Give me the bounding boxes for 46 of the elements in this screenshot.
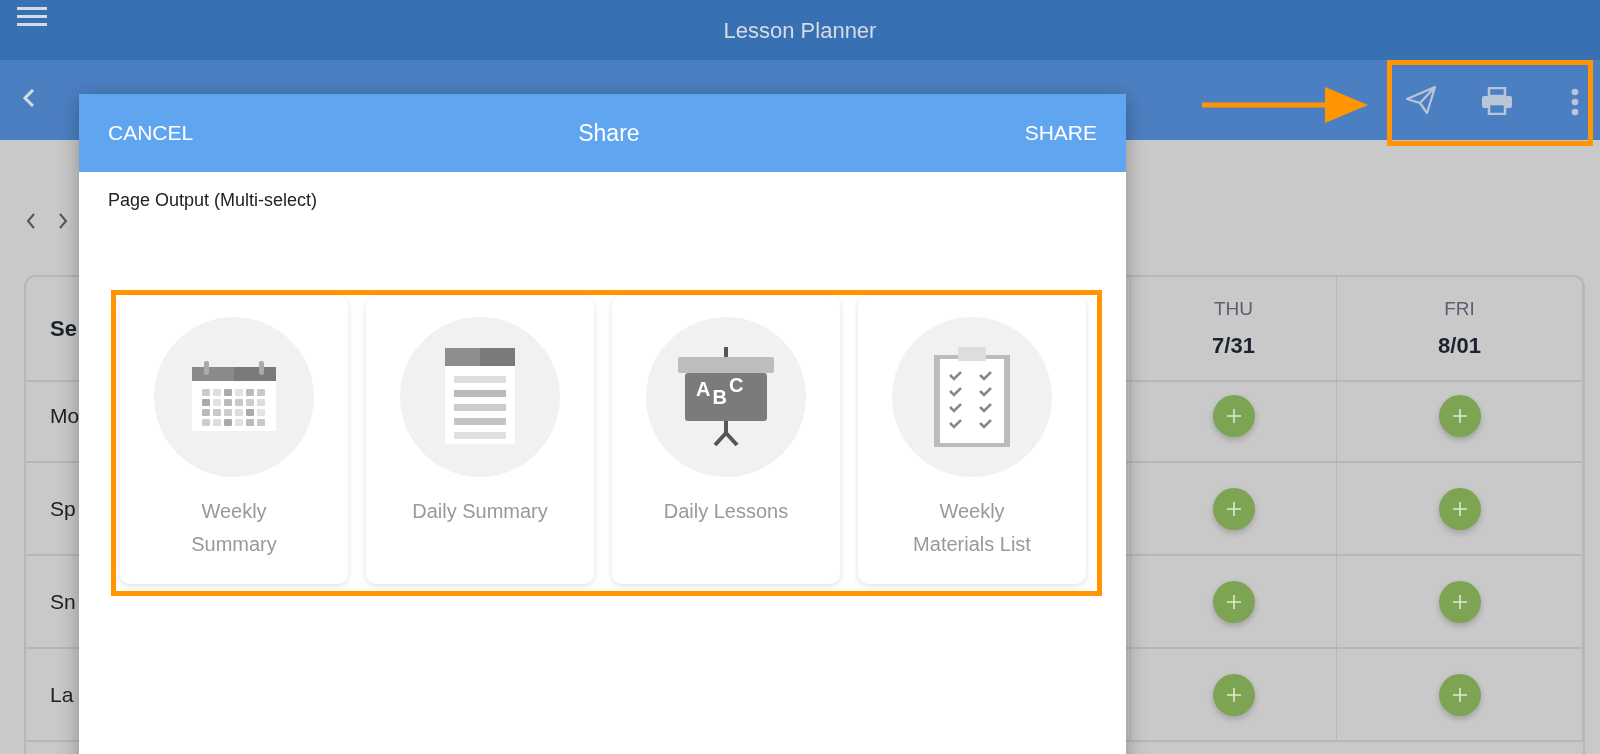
section-label: Page Output (Multi-select)	[108, 189, 318, 212]
output-option[interactable]: Daily Summary	[366, 296, 594, 584]
row-label: La	[50, 681, 74, 708]
print-icon[interactable]	[1481, 87, 1513, 115]
day-label: THU	[1213, 296, 1254, 321]
dialog-title: Share	[578, 118, 640, 148]
plus-icon	[1225, 500, 1242, 517]
cancel-button[interactable]: CANCEL	[108, 117, 194, 149]
add-button[interactable]	[1212, 394, 1255, 437]
date-label: 8/01	[1438, 332, 1481, 361]
plus-icon	[1451, 686, 1468, 703]
add-button[interactable]	[1438, 487, 1481, 530]
date-label: 7/31	[1212, 332, 1255, 361]
document-icon	[444, 348, 516, 446]
share-button[interactable]: SHARE	[1024, 117, 1097, 149]
add-button[interactable]	[1438, 673, 1481, 716]
plus-icon	[1451, 500, 1468, 517]
app-title: Lesson Planner	[723, 16, 877, 45]
calendar-icon	[191, 361, 277, 433]
add-button[interactable]	[1212, 580, 1255, 623]
row-label: Sn	[50, 588, 76, 615]
plus-icon	[1451, 593, 1468, 610]
add-button[interactable]	[1212, 673, 1255, 716]
plus-icon	[1225, 593, 1242, 610]
send-icon[interactable]	[1405, 85, 1437, 115]
menu-icon[interactable]	[17, 6, 47, 28]
output-option[interactable]: Weekly Summary	[120, 296, 348, 584]
day-label: FRI	[1444, 296, 1475, 321]
row-label: Mo	[50, 402, 80, 429]
row-label: Sp	[50, 495, 76, 522]
output-option[interactable]: ABC Daily Lessons	[612, 296, 840, 584]
more-icon[interactable]	[1571, 88, 1579, 116]
easel-icon	[677, 347, 775, 447]
checklist-icon	[932, 345, 1012, 449]
add-button[interactable]	[1438, 580, 1481, 623]
add-button[interactable]	[1438, 394, 1481, 437]
plus-icon	[1225, 407, 1242, 424]
output-option[interactable]: Weekly Materials List	[858, 296, 1086, 584]
board-text: ABC	[696, 375, 745, 407]
add-button[interactable]	[1212, 487, 1255, 530]
column-header: Se	[50, 315, 77, 343]
plus-icon	[1451, 407, 1468, 424]
next-icon[interactable]	[57, 212, 69, 230]
plus-icon	[1225, 686, 1242, 703]
previous-icon[interactable]	[25, 212, 37, 230]
back-icon[interactable]	[22, 87, 36, 109]
